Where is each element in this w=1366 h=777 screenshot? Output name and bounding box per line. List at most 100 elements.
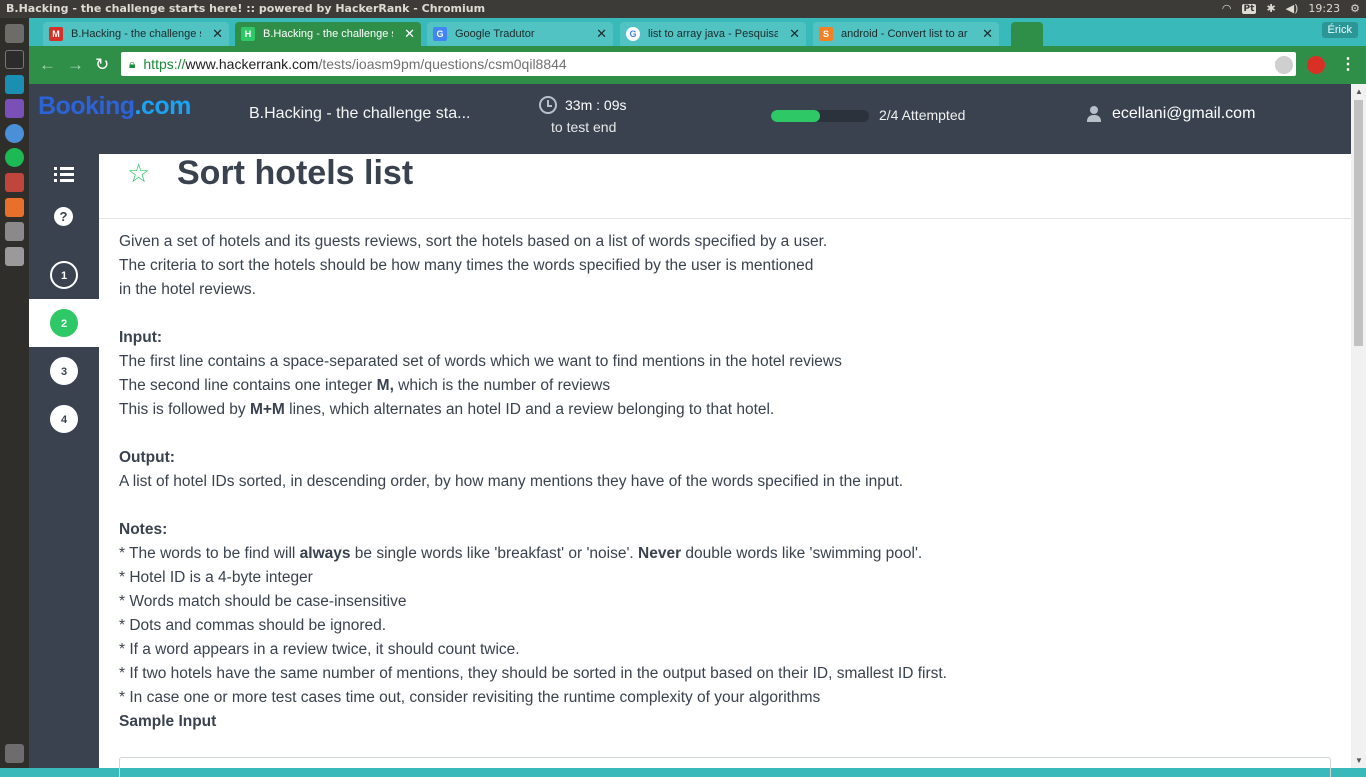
tab-label: B.Hacking - the challenge s xyxy=(263,28,393,40)
attempted-count: 2/4 Attempted xyxy=(879,107,966,123)
close-tab-icon[interactable]: ✕ xyxy=(789,26,800,42)
help-icon[interactable]: ? xyxy=(54,207,73,226)
url-scheme: https:// xyxy=(143,56,186,72)
note-line: * In case one or more test cases time ou… xyxy=(119,689,821,706)
tab-stackoverflow[interactable]: S android - Convert list to ar ✕ xyxy=(813,22,999,46)
clock-icon xyxy=(539,96,557,114)
question-navigation-rail: ? 1 2 3 4 xyxy=(29,154,99,768)
workspace-switcher-icon[interactable] xyxy=(5,247,24,266)
tab-label: android - Convert list to ar xyxy=(841,28,968,40)
question-number: 1 xyxy=(50,261,78,289)
tab-label: B.Hacking - the challenge s xyxy=(71,28,201,40)
browser-toolbar: ← → ↻ 🔒︎ https://www.hackerrank.com/test… xyxy=(29,46,1366,84)
url-host: www.hackerrank.com xyxy=(185,56,319,72)
input-line: The first line contains a space-separate… xyxy=(119,353,842,370)
intro-line: in the hotel reviews. xyxy=(119,281,256,298)
question-nav-item-1[interactable]: 1 xyxy=(29,251,99,299)
clock[interactable]: 19:23 xyxy=(1308,2,1340,15)
scroll-up-arrow-icon[interactable]: ▲ xyxy=(1355,87,1363,96)
window-title: B.Hacking - the challenge starts here! :… xyxy=(6,2,486,15)
scroll-down-arrow-icon[interactable]: ▼ xyxy=(1355,756,1363,765)
progress-bar xyxy=(771,110,869,122)
output-heading: Output: xyxy=(119,449,175,466)
output-line: A list of hotel IDs sorted, in descendin… xyxy=(119,473,904,490)
user-email: ecellani@gmail.com xyxy=(1112,105,1256,122)
sample-input-box xyxy=(119,757,1331,777)
input-heading: Input: xyxy=(119,329,163,346)
tab-google-search[interactable]: G list to array java - Pesquisa ✕ xyxy=(620,22,806,46)
profile-button[interactable]: Érick xyxy=(1321,22,1358,38)
wifi-icon[interactable]: ◠ xyxy=(1222,2,1232,15)
note-line: * Words match should be case-insensitive xyxy=(119,593,407,610)
close-tab-icon[interactable]: ✕ xyxy=(596,26,607,42)
intro-line: Given a set of hotels and its guests rev… xyxy=(119,233,828,250)
software-center-icon[interactable] xyxy=(5,198,24,217)
image-viewer-icon[interactable] xyxy=(5,173,24,192)
input-line: The second line contains one integer M, … xyxy=(119,377,611,394)
question-number: 2 xyxy=(50,309,78,337)
system-settings-icon[interactable] xyxy=(5,222,24,241)
note-line: * Dots and commas should be ignored. xyxy=(119,617,387,634)
question-title: Sort hotels list xyxy=(177,154,414,192)
trash-icon[interactable] xyxy=(5,744,24,763)
app-launcher xyxy=(0,18,29,768)
reload-icon[interactable]: ↻ xyxy=(95,55,109,75)
browser-menu-icon[interactable]: ⋮ xyxy=(1340,54,1356,74)
tab-google-translate[interactable]: G Google Tradutor ✕ xyxy=(427,22,613,46)
address-bar[interactable]: 🔒︎ https://www.hackerrank.com/tests/ioas… xyxy=(121,52,1296,76)
timer-sublabel: to test end xyxy=(551,119,617,135)
note-line: * Hotel ID is a 4-byte integer xyxy=(119,569,313,586)
scrollbar-thumb[interactable] xyxy=(1354,100,1363,346)
spotify-icon[interactable] xyxy=(5,148,24,167)
volume-icon[interactable]: ◀) xyxy=(1286,2,1299,15)
hackerrank-icon: H xyxy=(241,27,255,41)
forward-arrow-icon[interactable]: → xyxy=(67,55,84,75)
google-icon: G xyxy=(626,27,640,41)
extension-badge-icon[interactable] xyxy=(1307,56,1325,74)
close-tab-icon[interactable]: ✕ xyxy=(982,26,993,42)
new-tab-button[interactable] xyxy=(1011,22,1043,46)
lock-icon[interactable]: 🔒︎ xyxy=(129,57,135,72)
system-tray: ◠ Pt ✱ ◀) 19:23 ⚙ xyxy=(1222,2,1360,15)
google-translate-icon: G xyxy=(433,27,447,41)
tab-hackerrank[interactable]: H B.Hacking - the challenge s ✕ xyxy=(235,22,421,46)
close-tab-icon[interactable]: ✕ xyxy=(212,26,223,42)
twitch-icon[interactable] xyxy=(5,99,24,118)
url-path: /tests/ioasm9pm/questions/csm0qil8844 xyxy=(318,56,567,72)
terminal-icon[interactable] xyxy=(5,50,24,69)
timer-value: 33m : 09s xyxy=(565,97,627,113)
webstorm-icon[interactable] xyxy=(5,75,24,94)
booking-logo[interactable]: Booking.com xyxy=(38,92,191,121)
chromium-icon[interactable] xyxy=(5,124,24,143)
question-list-icon[interactable] xyxy=(54,167,74,183)
progress-fill xyxy=(771,110,820,122)
close-tab-icon[interactable]: ✕ xyxy=(404,26,415,42)
keyboard-layout-indicator[interactable]: Pt xyxy=(1241,3,1257,14)
browser-tab-strip: M B.Hacking - the challenge s ✕ H B.Hack… xyxy=(29,18,1366,46)
question-nav-item-3[interactable]: 3 xyxy=(29,347,99,395)
intro-line: The criteria to sort the hotels should b… xyxy=(119,257,814,274)
question-content: ☆ Sort hotels list Given a set of hotels… xyxy=(99,154,1351,777)
question-nav-item-2[interactable]: 2 xyxy=(29,299,99,347)
sample-input-heading: Sample Input xyxy=(119,713,217,730)
page-scrollbar[interactable]: ▲ ▼ xyxy=(1351,84,1366,768)
tab-gmail[interactable]: M B.Hacking - the challenge s ✕ xyxy=(43,22,229,46)
tab-label: list to array java - Pesquisa xyxy=(648,28,778,40)
test-header: Booking.com B.Hacking - the challenge st… xyxy=(29,84,1351,154)
extension-icon[interactable] xyxy=(1275,56,1293,74)
question-number: 3 xyxy=(50,357,78,385)
note-line: * The words to be find will always be si… xyxy=(119,545,923,562)
settings-gear-icon[interactable]: ⚙ xyxy=(1350,2,1360,15)
test-title: B.Hacking - the challenge sta... xyxy=(249,105,471,122)
note-line: * If two hotels have the same number of … xyxy=(119,665,947,682)
bookmark-star-icon[interactable]: ☆ xyxy=(127,158,150,189)
bluetooth-icon[interactable]: ✱ xyxy=(1266,2,1275,15)
back-arrow-icon[interactable]: ← xyxy=(39,55,56,75)
question-nav-item-4[interactable]: 4 xyxy=(29,395,99,443)
question-header: ☆ Sort hotels list xyxy=(99,154,1351,219)
stackoverflow-icon: S xyxy=(819,27,833,41)
input-line: This is followed by M+M lines, which alt… xyxy=(119,401,775,418)
user-menu[interactable]: ecellani@gmail.com xyxy=(1086,105,1255,123)
dash-icon[interactable] xyxy=(5,24,24,43)
question-number: 4 xyxy=(50,405,78,433)
